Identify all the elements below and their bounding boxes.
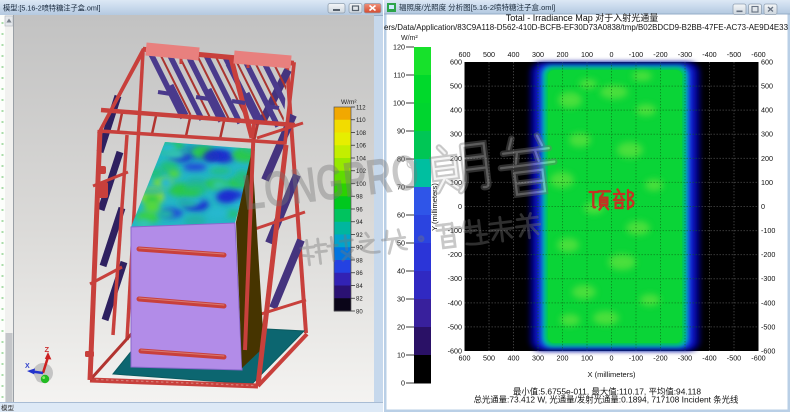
svg-text:-600: -600 bbox=[448, 347, 462, 356]
svg-text:Y (millimeters): Y (millimeters) bbox=[430, 183, 439, 231]
svg-text:模型: 模型 bbox=[1, 403, 15, 412]
svg-text:500: 500 bbox=[450, 82, 462, 91]
svg-text:200: 200 bbox=[557, 354, 569, 363]
svg-text:120: 120 bbox=[393, 43, 405, 52]
svg-text:500: 500 bbox=[483, 50, 495, 59]
svg-text:92: 92 bbox=[356, 233, 363, 239]
svg-text:10: 10 bbox=[397, 351, 405, 360]
svg-text:400: 400 bbox=[508, 354, 520, 363]
svg-text:W/m²: W/m² bbox=[341, 99, 357, 106]
svg-text:0: 0 bbox=[401, 379, 405, 388]
svg-text:300: 300 bbox=[532, 354, 544, 363]
svg-text:-200: -200 bbox=[448, 250, 462, 259]
svg-text:96: 96 bbox=[356, 207, 363, 213]
svg-text:-400: -400 bbox=[702, 50, 716, 59]
svg-text:W/m²: W/m² bbox=[401, 35, 418, 42]
svg-text:60: 60 bbox=[397, 211, 405, 220]
svg-text:100: 100 bbox=[356, 182, 367, 188]
svg-text:50: 50 bbox=[397, 239, 405, 248]
svg-text:-500: -500 bbox=[727, 354, 741, 363]
svg-text:400: 400 bbox=[450, 106, 462, 115]
svg-text:108: 108 bbox=[356, 131, 367, 137]
svg-text:102: 102 bbox=[356, 169, 367, 175]
svg-text:100: 100 bbox=[581, 50, 593, 59]
svg-text:90: 90 bbox=[356, 246, 363, 252]
svg-text:Z: Z bbox=[45, 345, 50, 354]
svg-text:X (millimeters): X (millimeters) bbox=[588, 370, 636, 379]
svg-text:总光通量:73.412 W, 光通量/发射光通量:0.189: 总光通量:73.412 W, 光通量/发射光通量:0.1894, 717108 … bbox=[474, 395, 739, 405]
svg-text:100: 100 bbox=[581, 354, 593, 363]
svg-text:104: 104 bbox=[356, 156, 367, 162]
svg-text:-400: -400 bbox=[448, 298, 462, 307]
svg-text:-200: -200 bbox=[653, 354, 667, 363]
svg-text:500: 500 bbox=[483, 354, 495, 363]
svg-text:112: 112 bbox=[356, 105, 366, 111]
svg-text:90: 90 bbox=[397, 127, 405, 136]
svg-text:80: 80 bbox=[397, 155, 405, 164]
svg-text:400: 400 bbox=[761, 106, 773, 115]
svg-text:-500: -500 bbox=[727, 50, 741, 59]
svg-text:-100: -100 bbox=[629, 50, 643, 59]
svg-text:88: 88 bbox=[356, 258, 363, 264]
svg-text:-200: -200 bbox=[761, 250, 775, 259]
svg-text:80: 80 bbox=[356, 309, 363, 315]
svg-text:辐照度/光照度 分析图[5.16-2喷特糖注子盒.oml]: 辐照度/光照度 分析图[5.16-2喷特糖注子盒.oml] bbox=[399, 2, 555, 12]
svg-text:-500: -500 bbox=[761, 322, 775, 331]
svg-text:110: 110 bbox=[394, 71, 405, 80]
svg-text:-300: -300 bbox=[448, 274, 462, 283]
svg-text:100: 100 bbox=[450, 178, 462, 187]
svg-text:400: 400 bbox=[508, 50, 520, 59]
svg-text:200: 200 bbox=[557, 50, 569, 59]
svg-text:300: 300 bbox=[761, 130, 773, 139]
svg-text:84: 84 bbox=[356, 284, 363, 290]
svg-text:-600: -600 bbox=[761, 347, 775, 356]
svg-text:20: 20 bbox=[397, 323, 405, 332]
svg-text:200: 200 bbox=[450, 154, 462, 163]
svg-text:-300: -300 bbox=[761, 274, 775, 283]
svg-text:600: 600 bbox=[450, 58, 462, 67]
svg-text:ers/Data/Application/83C9A118-: ers/Data/Application/83C9A118-D562-410D-… bbox=[384, 23, 788, 32]
svg-text:0: 0 bbox=[610, 354, 614, 363]
svg-text:-400: -400 bbox=[761, 298, 775, 307]
svg-text:94: 94 bbox=[356, 220, 363, 226]
svg-text:0: 0 bbox=[761, 202, 765, 211]
svg-text:模型:[5.16-2喷特糖注子盒.oml]: 模型:[5.16-2喷特糖注子盒.oml] bbox=[3, 4, 100, 13]
svg-text:Total - Irradiance Map 对于入射光通量: Total - Irradiance Map 对于入射光通量 bbox=[506, 12, 659, 23]
svg-text:500: 500 bbox=[761, 82, 773, 91]
svg-text:200: 200 bbox=[761, 154, 773, 163]
svg-text:98: 98 bbox=[356, 195, 363, 201]
svg-text:40: 40 bbox=[397, 267, 405, 276]
svg-text:100: 100 bbox=[393, 99, 405, 108]
svg-text:0: 0 bbox=[458, 202, 462, 211]
svg-text:106: 106 bbox=[356, 144, 367, 150]
svg-text:100: 100 bbox=[761, 178, 773, 187]
svg-text:0: 0 bbox=[610, 50, 614, 59]
svg-text:86: 86 bbox=[356, 271, 363, 277]
svg-text:110: 110 bbox=[356, 118, 366, 124]
svg-text:-400: -400 bbox=[702, 354, 716, 363]
svg-text:30: 30 bbox=[397, 295, 405, 304]
svg-text:-300: -300 bbox=[678, 354, 692, 363]
svg-text:-100: -100 bbox=[448, 226, 462, 235]
svg-text:300: 300 bbox=[450, 130, 462, 139]
svg-text:82: 82 bbox=[356, 297, 363, 303]
svg-text:70: 70 bbox=[397, 183, 405, 192]
svg-text:600: 600 bbox=[761, 58, 773, 67]
svg-text:-200: -200 bbox=[653, 50, 667, 59]
svg-text:-500: -500 bbox=[448, 322, 462, 331]
svg-text:-100: -100 bbox=[629, 354, 643, 363]
svg-text:-100: -100 bbox=[761, 226, 775, 235]
svg-text:X: X bbox=[25, 363, 30, 370]
svg-text:300: 300 bbox=[532, 50, 544, 59]
svg-text:-300: -300 bbox=[678, 50, 692, 59]
